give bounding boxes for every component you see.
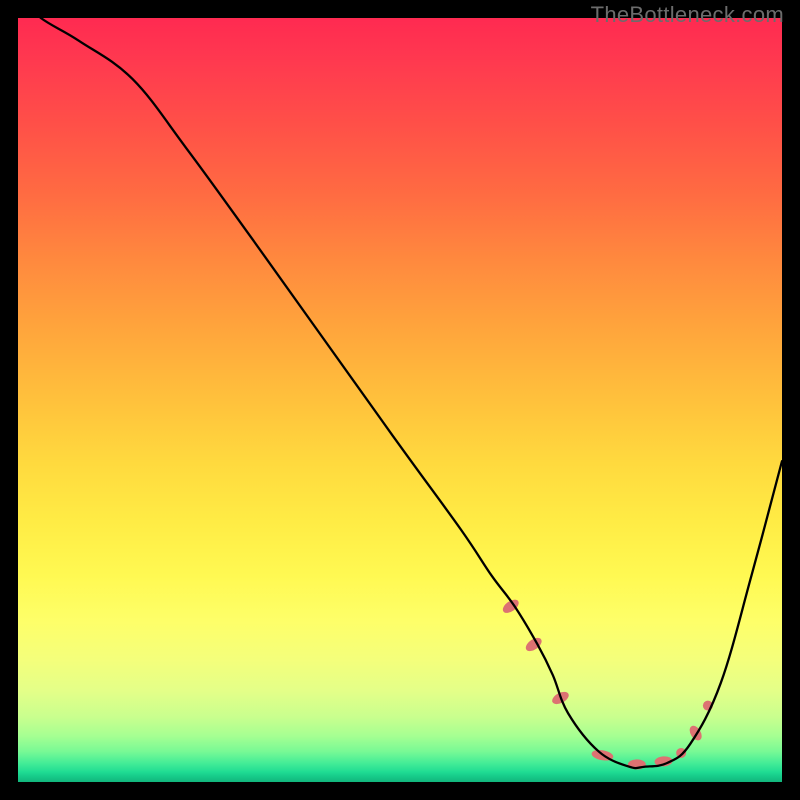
highlight-markers: [501, 597, 713, 769]
bottleneck-curve-line: [18, 0, 782, 768]
curve-svg: [18, 18, 782, 782]
gradient-plot-area: [18, 18, 782, 782]
chart-stage: TheBottleneck.com: [0, 0, 800, 800]
watermark-text: TheBottleneck.com: [591, 2, 784, 28]
